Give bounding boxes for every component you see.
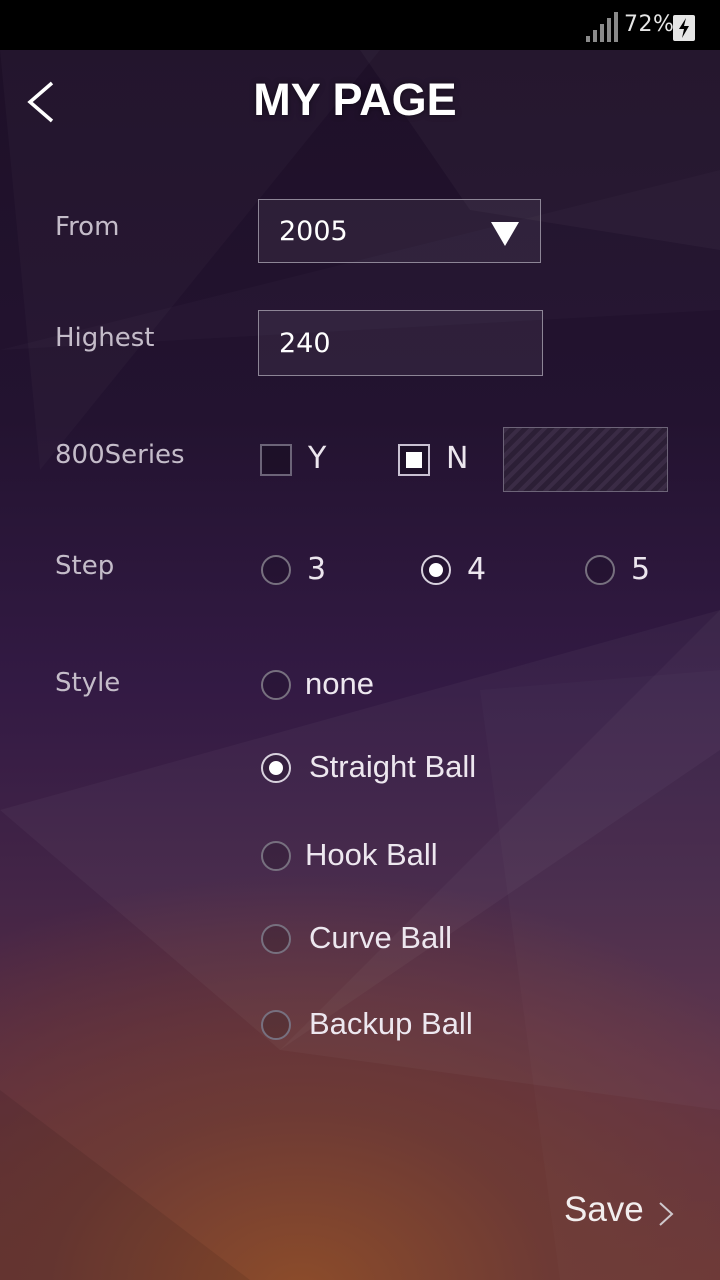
series800-hatched-field xyxy=(503,427,668,492)
style-backup-ball-radio[interactable] xyxy=(261,1010,291,1040)
battery-charging-icon xyxy=(673,15,695,41)
series800-n-checkbox[interactable] xyxy=(398,444,430,476)
style-backup-ball-label: Backup Ball xyxy=(309,1006,473,1041)
status-bar: 72% xyxy=(0,0,720,50)
style-none-radio[interactable] xyxy=(261,670,291,700)
style-label: Style xyxy=(55,668,121,698)
page-title: MY PAGE xyxy=(253,74,457,125)
highest-input[interactable] xyxy=(259,311,542,375)
series800-y-label: Y xyxy=(308,441,327,476)
series800-label: 800Series xyxy=(55,440,185,470)
from-dropdown[interactable]: 2005 xyxy=(258,199,541,263)
style-none-label: none xyxy=(305,666,374,701)
from-label: From xyxy=(55,212,120,242)
style-hook-ball-label: Hook Ball xyxy=(305,837,438,872)
highest-label: Highest xyxy=(55,323,155,353)
step-5-label: 5 xyxy=(631,552,651,587)
series800-n-label: N xyxy=(446,441,469,476)
battery-percent: 72% xyxy=(624,12,675,37)
step-3-radio[interactable] xyxy=(261,555,291,585)
step-label: Step xyxy=(55,551,115,581)
step-4-label: 4 xyxy=(467,552,487,587)
step-3-label: 3 xyxy=(307,552,327,587)
dropdown-triangle-icon xyxy=(491,222,519,246)
save-button[interactable]: Save xyxy=(564,1190,644,1230)
signal-icon xyxy=(586,12,618,42)
from-dropdown-value: 2005 xyxy=(279,216,348,247)
step-4-radio[interactable] xyxy=(421,555,451,585)
highest-field-box xyxy=(258,310,543,376)
chevron-right-icon[interactable] xyxy=(656,1200,676,1228)
style-straight-ball-label: Straight Ball xyxy=(309,749,477,784)
style-straight-ball-radio[interactable] xyxy=(261,753,291,783)
my-page-screen: MY PAGE From 2005 Highest 800Series Y N … xyxy=(0,50,720,1280)
style-curve-ball-radio[interactable] xyxy=(261,924,291,954)
style-hook-ball-radio[interactable] xyxy=(261,841,291,871)
series800-y-checkbox[interactable] xyxy=(260,444,292,476)
style-curve-ball-label: Curve Ball xyxy=(309,920,452,955)
step-5-radio[interactable] xyxy=(585,555,615,585)
